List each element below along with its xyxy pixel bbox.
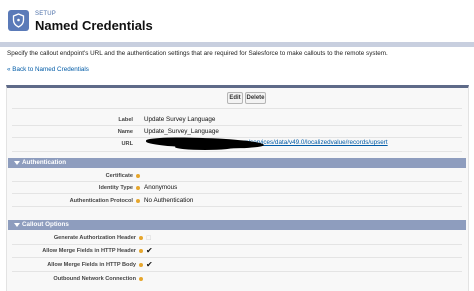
divider: [12, 108, 462, 109]
checkmark-icon: ✔: [146, 260, 153, 269]
name-field-value: Update_Survey_Language: [144, 128, 219, 135]
divider: [12, 244, 462, 245]
divider: [12, 271, 462, 272]
back-to-named-credentials-link[interactable]: « Back to Named Credentials: [7, 66, 89, 73]
label-field-label: Label: [118, 117, 133, 123]
divider: [12, 151, 462, 152]
divider: [12, 125, 462, 126]
checkmark-icon: ✔: [146, 246, 153, 255]
collapse-triangle-icon[interactable]: [14, 223, 20, 227]
info-icon[interactable]: [139, 249, 143, 253]
auth-protocol-value: No Authentication: [144, 197, 194, 204]
info-icon[interactable]: [136, 199, 140, 203]
section-callout-options[interactable]: Callout Options: [8, 220, 466, 230]
section-title: Authentication: [22, 159, 67, 166]
name-field-label: Name: [117, 129, 133, 135]
outbound-network-label: Outbound Network Connection: [53, 276, 136, 282]
generate-auth-header-label: Generate Authorization Header: [53, 235, 136, 241]
setup-label: SETUP: [35, 11, 57, 17]
merge-fields-body-label: Allow Merge Fields in HTTP Body: [47, 262, 136, 268]
identity-type-label: Identity Type: [98, 185, 133, 191]
redaction-mark: [175, 144, 235, 150]
divider: [12, 257, 462, 258]
page-description: Specify the callout endpoint's URL and t…: [7, 50, 388, 57]
section-title: Callout Options: [22, 221, 69, 228]
label-field-value: Update Survey Language: [144, 116, 216, 123]
info-icon[interactable]: [139, 277, 143, 281]
merge-fields-header-label: Allow Merge Fields in HTTP Header: [42, 248, 136, 254]
info-icon[interactable]: [139, 263, 143, 267]
auth-protocol-label: Authentication Protocol: [69, 198, 133, 204]
header-divider: [0, 42, 474, 47]
info-icon[interactable]: [136, 174, 140, 178]
delete-button[interactable]: Delete: [245, 92, 266, 104]
divider: [12, 181, 462, 182]
url-field-label: URL: [121, 141, 134, 147]
edit-button[interactable]: Edit: [227, 92, 243, 104]
divider: [12, 193, 462, 194]
page-title: Named Credentials: [35, 18, 153, 33]
identity-type-value: Anonymous: [144, 184, 178, 191]
section-authentication[interactable]: Authentication: [8, 158, 466, 168]
page-header: SETUP Named Credentials: [0, 0, 474, 42]
shield-lock-icon: [8, 10, 29, 31]
certificate-label: Certificate: [105, 173, 133, 179]
info-icon[interactable]: [139, 236, 143, 240]
collapse-triangle-icon[interactable]: [14, 161, 20, 165]
divider: [12, 206, 462, 207]
unchecked-checkbox-icon: ☐: [146, 236, 152, 242]
info-icon[interactable]: [136, 186, 140, 190]
divider: [12, 137, 462, 138]
